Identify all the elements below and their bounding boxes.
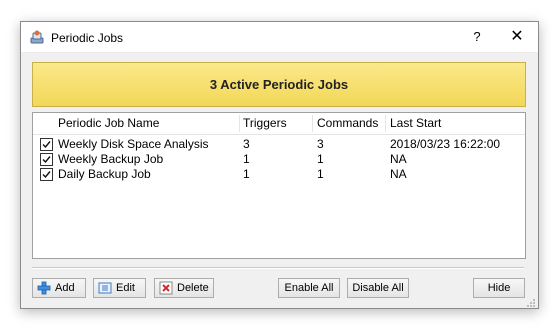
row-enabled-checkbox[interactable] xyxy=(40,168,53,181)
add-button-label: Add xyxy=(55,282,75,294)
hide-button[interactable]: Hide xyxy=(473,278,525,298)
divider xyxy=(32,267,524,269)
enable-all-button[interactable]: Enable All xyxy=(278,278,340,298)
table-row[interactable]: Weekly Disk Space Analysis 3 3 2018/03/2… xyxy=(33,137,525,152)
periodic-jobs-list[interactable]: Periodic Job Name Triggers Commands Last… xyxy=(32,112,526,259)
column-separator[interactable] xyxy=(385,115,386,132)
title-bar[interactable]: Periodic Jobs ? ✕ xyxy=(21,22,538,53)
add-icon xyxy=(37,281,51,295)
delete-button[interactable]: Delete xyxy=(154,278,214,298)
column-separator[interactable] xyxy=(312,115,313,132)
edit-button-label: Edit xyxy=(116,282,135,294)
window-title: Periodic Jobs xyxy=(51,31,124,45)
column-header-name[interactable]: Periodic Job Name xyxy=(58,113,159,134)
job-last-start: 2018/03/23 16:22:00 xyxy=(390,137,501,151)
delete-button-label: Delete xyxy=(177,282,209,294)
job-name: Weekly Disk Space Analysis xyxy=(58,137,209,151)
column-header-commands[interactable]: Commands xyxy=(317,113,378,134)
disable-all-button[interactable]: Disable All xyxy=(347,278,409,298)
add-button[interactable]: Add xyxy=(32,278,86,298)
job-name: Weekly Backup Job xyxy=(58,152,164,166)
job-name: Daily Backup Job xyxy=(58,167,151,181)
job-triggers: 3 xyxy=(243,137,250,151)
column-separator[interactable] xyxy=(239,115,240,132)
delete-icon xyxy=(159,281,173,295)
active-jobs-banner: 3 Active Periodic Jobs xyxy=(32,62,526,107)
job-last-start: NA xyxy=(390,152,407,166)
table-row[interactable]: Daily Backup Job 1 1 NA xyxy=(33,167,525,182)
list-header: Periodic Job Name Triggers Commands Last… xyxy=(33,113,525,135)
job-commands: 3 xyxy=(317,137,324,151)
row-enabled-checkbox[interactable] xyxy=(40,138,53,151)
job-commands: 1 xyxy=(317,152,324,166)
app-icon xyxy=(29,29,45,45)
job-triggers: 1 xyxy=(243,152,250,166)
job-triggers: 1 xyxy=(243,167,250,181)
edit-icon xyxy=(98,281,112,295)
resize-grip-icon[interactable] xyxy=(526,297,536,307)
periodic-jobs-dialog: Periodic Jobs ? ✕ 3 Active Periodic Jobs… xyxy=(20,21,539,309)
column-header-triggers[interactable]: Triggers xyxy=(243,113,287,134)
job-commands: 1 xyxy=(317,167,324,181)
row-enabled-checkbox[interactable] xyxy=(40,153,53,166)
close-button[interactable]: ✕ xyxy=(497,22,537,52)
help-button[interactable]: ? xyxy=(457,22,497,52)
job-last-start: NA xyxy=(390,167,407,181)
table-row[interactable]: Weekly Backup Job 1 1 NA xyxy=(33,152,525,167)
column-header-last-start[interactable]: Last Start xyxy=(390,113,441,134)
edit-button[interactable]: Edit xyxy=(93,278,146,298)
